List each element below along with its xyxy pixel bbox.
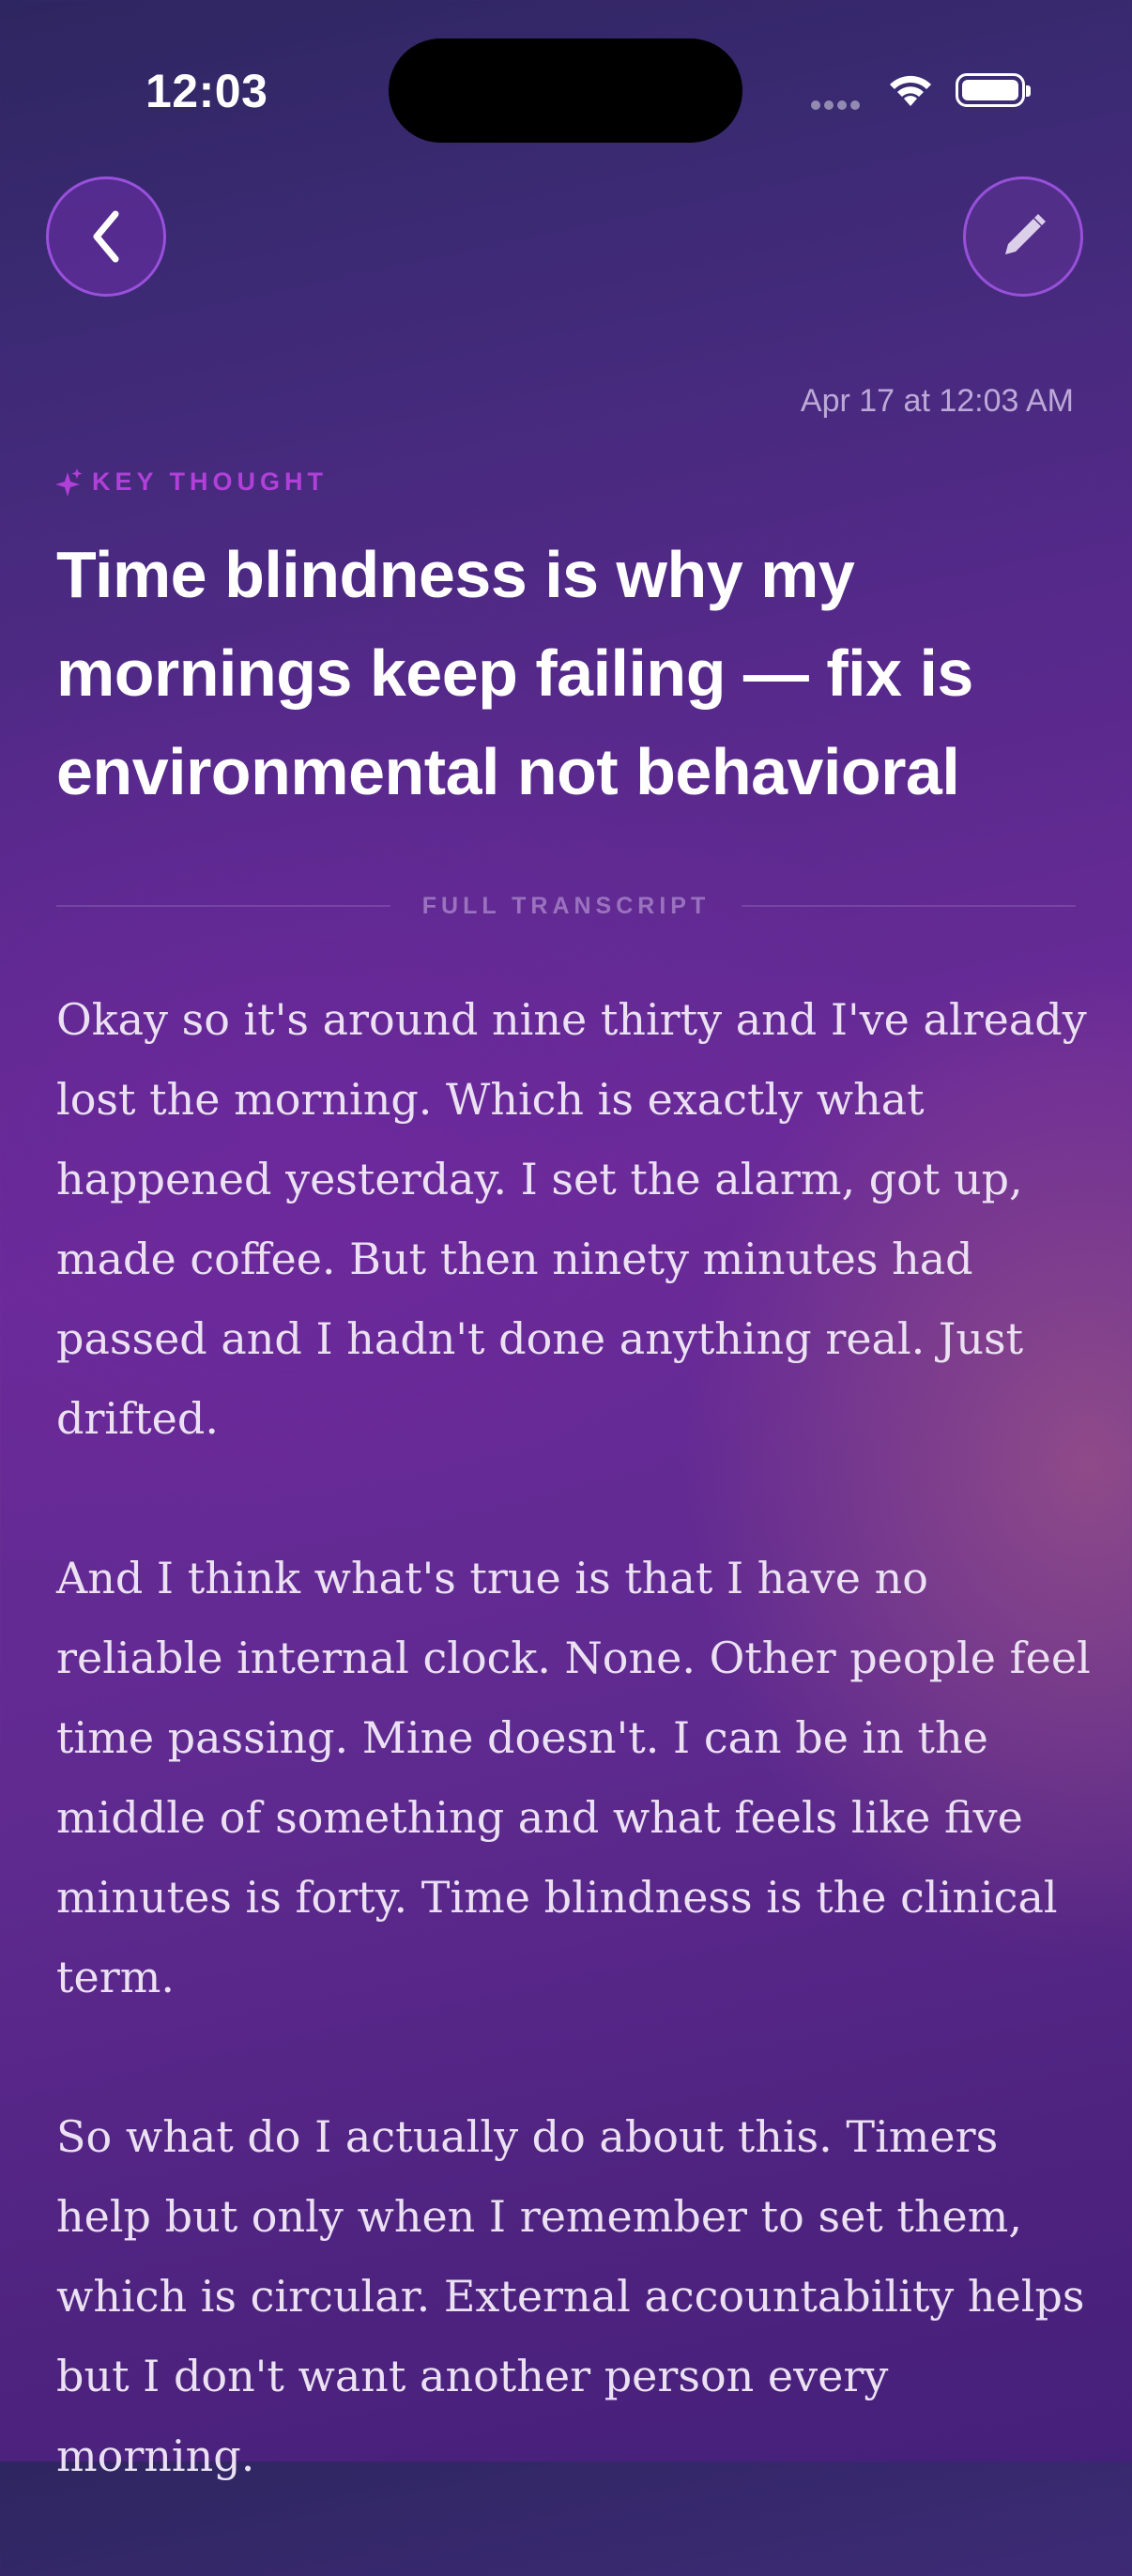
transcript-label: FULL TRANSCRIPT	[421, 892, 711, 919]
key-thought-label: KEY THOUGHT	[92, 468, 329, 496]
transcript-divider: FULL TRANSCRIPT	[56, 888, 1077, 924]
dynamic-island	[389, 38, 742, 143]
divider-line-right	[742, 905, 1077, 907]
battery-icon	[956, 73, 1031, 107]
status-time: 12:03	[145, 65, 268, 117]
note-timestamp: Apr 17 at 12:03 AM	[800, 383, 1074, 419]
cellular-signal-icon	[811, 98, 865, 110]
transcript-paragraph: Okay so it's around nine thirty and I've…	[56, 994, 1087, 1444]
chevron-left-icon	[93, 210, 119, 263]
wifi-icon	[890, 75, 931, 106]
back-button[interactable]	[46, 176, 166, 297]
divider-line-left	[56, 905, 390, 907]
transcript-paragraph: And I think what's true is that I have n…	[56, 1553, 1091, 2002]
key-thought-tag: KEY THOUGHT	[56, 468, 328, 497]
edit-button[interactable]	[963, 176, 1083, 297]
transcript-paragraph: So what do I actually do about this. Tim…	[56, 2111, 1085, 2481]
pencil-icon	[1005, 214, 1046, 254]
sparkle-icon	[56, 468, 83, 497]
note-title: Time blindness is why my mornings keep f…	[56, 538, 973, 808]
transcript-body: Okay so it's around nine thirty and I've…	[56, 980, 1098, 2576]
